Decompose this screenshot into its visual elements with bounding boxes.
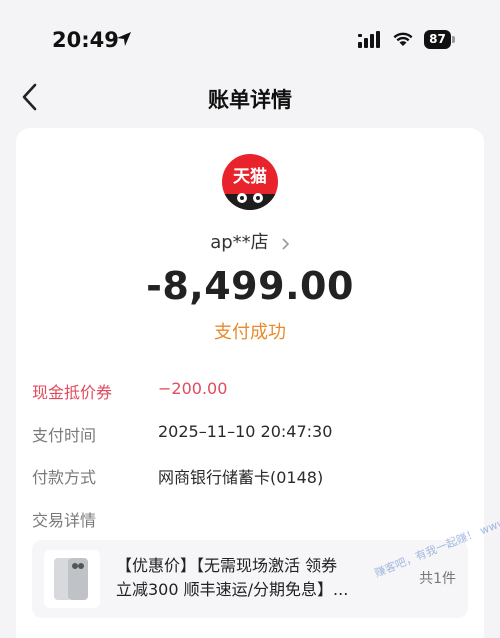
status-bar: 20:49 87	[0, 0, 500, 80]
merchant-name: ap**店	[210, 232, 269, 253]
product-item[interactable]: 【优惠价】【无需现场激活 领券 立减300 顺丰速运/分期免息】... 共1件	[32, 540, 468, 618]
pay-time-value: 2025–11–10 20:47:30	[158, 422, 333, 441]
payment-method-label: 付款方式	[32, 468, 97, 487]
product-count: 共1件	[419, 571, 456, 587]
battery-indicator: 87	[424, 30, 455, 49]
payment-status: 支付成功	[214, 322, 286, 343]
coupon-value: −200.00	[158, 379, 228, 398]
status-time: 20:49	[52, 28, 119, 52]
battery-level: 87	[429, 32, 446, 46]
tmall-logo: 天猫	[222, 154, 278, 210]
payment-amount: -8,499.00	[146, 264, 354, 308]
pay-time-label: 支付时间	[32, 426, 97, 445]
product-title-line2: 立减300 顺丰速运/分期免息】...	[116, 580, 349, 599]
chevron-right-icon	[282, 237, 289, 250]
transaction-details-label: 交易详情	[32, 511, 97, 530]
tmall-cat-icon	[222, 193, 278, 210]
payment-method-value: 网商银行储蓄卡(0148)	[158, 468, 324, 487]
cellular-signal-icon	[358, 31, 380, 48]
logo-text: 天猫	[233, 167, 267, 187]
wifi-icon	[393, 32, 413, 46]
product-thumbnail	[44, 550, 100, 608]
product-title: 【优惠价】【无需现场激活 领券 立减300 顺丰速运/分期免息】...	[116, 554, 388, 602]
coupon-label: 现金抵价券	[32, 383, 113, 402]
location-arrow-icon	[117, 32, 131, 46]
merchant-link[interactable]: ap**店	[0, 228, 500, 254]
product-title-line1: 【优惠价】【无需现场激活 领券	[116, 556, 338, 575]
page-title: 账单详情	[208, 88, 292, 112]
